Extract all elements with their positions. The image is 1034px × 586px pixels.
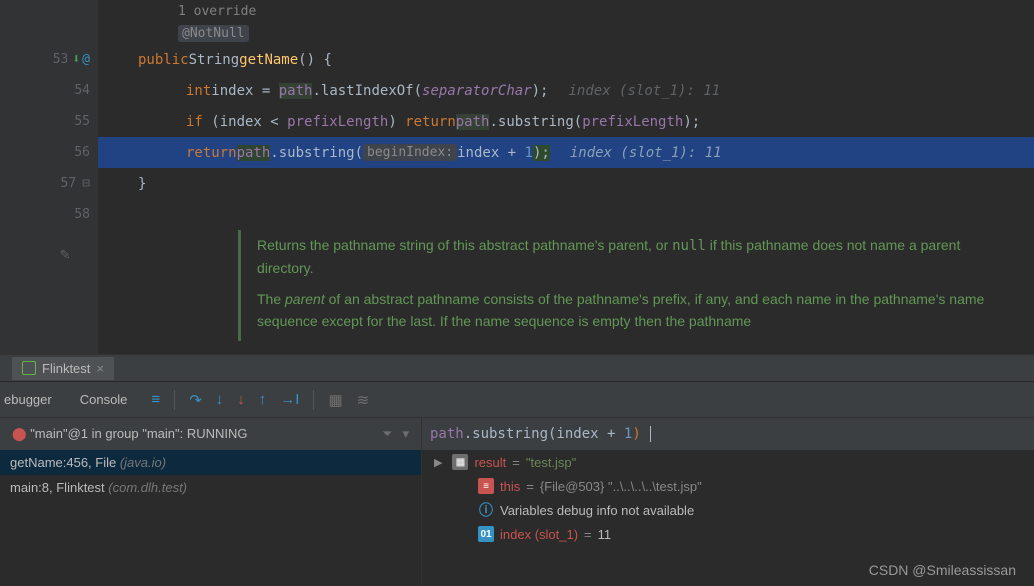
code-line-53[interactable]: public String getName() { (98, 44, 1034, 75)
filter-icon[interactable]: ⏷ (382, 426, 392, 442)
force-step-into-icon[interactable]: ↓ (237, 391, 245, 408)
tab-debugger[interactable]: ebugger (0, 384, 66, 415)
step-into-icon[interactable]: ↓ (216, 391, 224, 408)
expand-icon[interactable]: ▶ (434, 456, 442, 469)
gutter-line-54[interactable]: 54 (0, 75, 98, 106)
separator (174, 390, 175, 410)
trace-icon[interactable]: ≋ (357, 391, 370, 409)
param-hint-beginindex: beginIndex: (363, 144, 457, 161)
line-number: 58 (74, 207, 90, 222)
this-icon: ≡ (478, 478, 494, 494)
int-icon: 01 (478, 526, 494, 542)
edit-icon[interactable]: ✎ (60, 244, 70, 263)
step-over-icon[interactable]: ↷ (189, 391, 202, 409)
annotation-notnull: @NotNull (178, 25, 249, 42)
stack-frame[interactable]: getName:456, File (java.io) (0, 450, 421, 475)
debug-content: ⬤ "main"@1 in group "main": RUNNING ⏷ ▾ … (0, 418, 1034, 586)
javadoc-panel: Returns the pathname string of this abst… (98, 230, 1034, 341)
variables-panel: path.substring(index + 1) ▶ ▦ result = "… (422, 418, 1034, 586)
result-icon: ▦ (452, 454, 468, 470)
tab-console[interactable]: Console (66, 384, 142, 415)
run-config-icon (22, 361, 36, 375)
separator (313, 390, 314, 410)
code-line-54[interactable]: int index = path.lastIndexOf(separatorCh… (98, 75, 1034, 106)
line-number: 55 (74, 114, 90, 129)
code-line-56-current[interactable]: return path.substring(beginIndex: index … (98, 137, 1034, 168)
code-line-58[interactable] (98, 199, 1034, 230)
variable-result[interactable]: ▶ ▦ result = "test.jsp" (422, 450, 1034, 474)
tab-label: Flinktest (42, 361, 90, 376)
gutter-line-56[interactable]: 56 (0, 137, 98, 168)
step-out-icon[interactable]: ↑ (259, 391, 267, 408)
variable-index[interactable]: 01 index (slot_1) = 11 (422, 522, 1034, 546)
code-editor[interactable]: 53 ⬇ @ 54 55 56 57 ⊟ 58 1 override @NotN… (0, 0, 1034, 354)
variable-this[interactable]: ≡ this = {File@503} "..\..\..\..\test.js… (422, 474, 1034, 498)
gutter-override (0, 0, 98, 22)
debugger-toolbar: ebugger Console ≡ ↷ ↓ ↓ ↑ →I ▦ ≋ (0, 382, 1034, 418)
step-over-icon[interactable]: ≡ (151, 391, 160, 408)
variable-info: ⓘ Variables debug info not available (422, 498, 1034, 522)
evaluate-expression-bar[interactable]: path.substring(index + 1) (422, 418, 1034, 450)
evaluate-icon[interactable]: ▦ (328, 391, 342, 409)
override-icon[interactable]: ⬇ (72, 52, 80, 67)
run-to-cursor-icon[interactable]: →I (280, 391, 299, 408)
code-line-57[interactable]: } (98, 168, 1034, 199)
line-number: 53 (53, 52, 69, 67)
close-icon[interactable]: × (96, 361, 104, 376)
stack-frame[interactable]: main:8, Flinktest (com.dlh.test) (0, 475, 421, 500)
gutter-line-58[interactable]: 58 (0, 199, 98, 230)
line-number: 54 (74, 83, 90, 98)
watermark: CSDN @Smileassissan (869, 562, 1016, 578)
inline-value-hint: index (slot_1): 11 (570, 145, 722, 161)
override-hint: 1 override (138, 4, 256, 19)
implements-icon[interactable]: @ (82, 52, 90, 67)
code-area[interactable]: 1 override @NotNull public String getNam… (98, 0, 1034, 354)
run-tab-bar: Flinktest × (0, 354, 1034, 382)
gutter-annotation (0, 22, 98, 44)
dropdown-icon[interactable]: ▾ (402, 426, 409, 442)
gutter-line-57[interactable]: 57 ⊟ (0, 168, 98, 199)
inline-value-hint: index (slot_1): 11 (568, 83, 720, 99)
info-icon: ⓘ (478, 502, 494, 518)
frames-panel: ⬤ "main"@1 in group "main": RUNNING ⏷ ▾ … (0, 418, 422, 586)
thread-selector[interactable]: ⬤ "main"@1 in group "main": RUNNING ⏷ ▾ (0, 418, 421, 450)
collapse-icon[interactable]: ⊟ (82, 176, 90, 191)
gutter-line-55[interactable]: 55 (0, 106, 98, 137)
code-line-55[interactable]: if (index < prefixLength) return path.su… (98, 106, 1034, 137)
gutter: 53 ⬇ @ 54 55 56 57 ⊟ 58 (0, 0, 98, 354)
thread-label: "main"@1 in group "main": RUNNING (30, 426, 247, 441)
run-tab-flinktest[interactable]: Flinktest × (12, 357, 114, 380)
line-number: 56 (74, 145, 90, 160)
gutter-line-53[interactable]: 53 ⬇ @ (0, 44, 98, 75)
line-number: 57 (61, 176, 77, 191)
